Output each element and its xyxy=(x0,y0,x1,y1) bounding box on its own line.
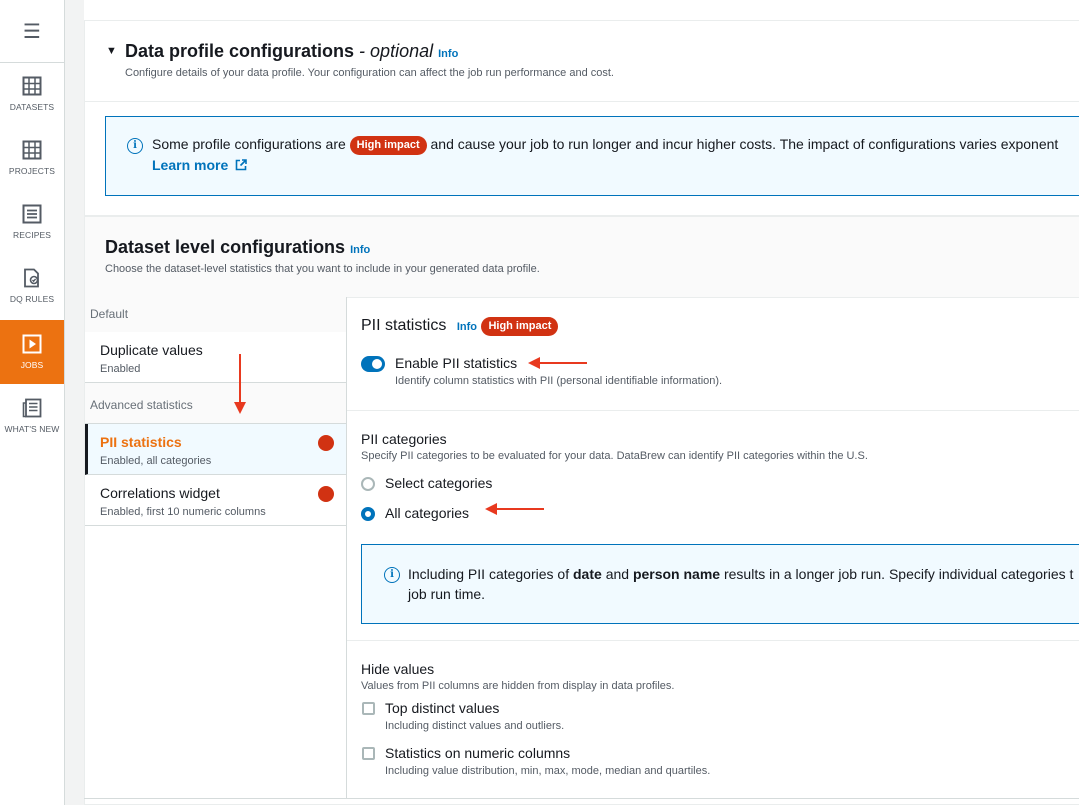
pii-statistics-settings: PII statistics Info High impact Enable P… xyxy=(347,297,1079,799)
duplicate-values-status: Enabled xyxy=(100,363,141,375)
radio-select-categories[interactable] xyxy=(361,477,375,491)
hamburger-menu-icon[interactable]: ☰ xyxy=(0,0,64,63)
checkbox-top-distinct-values[interactable] xyxy=(362,702,375,715)
recipes-list-icon xyxy=(22,204,42,224)
dataset-level-panel: Dataset level configurations Info Choose… xyxy=(84,216,1079,805)
dataset-level-title: Dataset level configurations Info xyxy=(105,237,370,258)
projects-grid-icon xyxy=(22,140,42,160)
high-impact-dot-icon xyxy=(318,435,334,451)
profile-config-info-link[interactable]: Info xyxy=(438,48,458,60)
section-divider xyxy=(347,640,1079,641)
nav-dq-rules-label: DQ RULES xyxy=(9,294,55,304)
nav-item-correlations-widget[interactable]: Correlations widget Enabled, first 10 nu… xyxy=(85,475,346,526)
nav-recipes-label: RECIPES xyxy=(12,230,52,240)
statistics-nav: Default Duplicate values Enabled Advance… xyxy=(85,297,347,799)
info-circle-icon: i xyxy=(384,567,400,583)
nav-projects[interactable]: PROJECTS xyxy=(0,126,64,190)
pii-statistics-title: PII statistics xyxy=(361,317,447,334)
nav-dq-rules[interactable]: DQ RULES xyxy=(0,254,64,318)
correlations-widget-title: Correlations widget xyxy=(100,485,220,501)
annotation-arrow-left-icon xyxy=(528,357,587,369)
high-impact-alert: i Some profile configurations are High i… xyxy=(105,116,1079,196)
nav-projects-label: PROJECTS xyxy=(8,166,56,176)
dataset-level-info-link[interactable]: Info xyxy=(350,244,370,256)
pii-alert-prefix: Including PII categories of xyxy=(408,566,570,582)
enable-pii-description: Identify column statistics with PII (per… xyxy=(395,375,723,387)
pii-alert-suffix: results in a longer job run. Specify ind… xyxy=(723,566,1074,582)
top-distinct-values-description: Including distinct values and outliers. xyxy=(385,720,565,732)
high-impact-badge: High impact xyxy=(349,136,427,155)
profile-config-title-text: Data profile configurations xyxy=(125,41,355,61)
datasets-grid-icon xyxy=(22,76,42,96)
pii-alert-line2: job run time. xyxy=(408,586,486,602)
pii-statistics-nav-status: Enabled, all categories xyxy=(100,455,212,467)
nav-whats-new[interactable]: WHAT'S NEW xyxy=(0,384,64,448)
nav-item-duplicate-values[interactable]: Duplicate values Enabled xyxy=(85,332,346,383)
optional-label: - optional xyxy=(359,41,434,61)
learn-more-label: Learn more xyxy=(152,157,229,173)
nav-datasets-label: DATASETS xyxy=(9,102,55,112)
profile-config-description: Configure details of your data profile. … xyxy=(125,67,614,79)
nav-jobs[interactable]: JOBS xyxy=(0,320,64,384)
previous-panel-edge xyxy=(84,0,1079,21)
annotation-arrow-left-icon xyxy=(485,503,544,515)
profile-config-title: Data profile configurations - optional I… xyxy=(125,41,458,62)
statistics-numeric-columns-description: Including value distribution, min, max, … xyxy=(385,765,711,777)
dataset-level-description: Choose the dataset-level statistics that… xyxy=(105,263,540,275)
jobs-play-icon xyxy=(22,334,42,354)
pii-alert-date: date xyxy=(573,566,602,582)
select-categories-label: Select categories xyxy=(385,475,493,491)
dq-rules-icon xyxy=(24,268,39,288)
collapse-caret-icon[interactable]: ▼ xyxy=(106,45,117,57)
pii-categories-description: Specify PII categories to be evaluated f… xyxy=(361,450,868,462)
annotation-arrow-down-icon xyxy=(234,354,246,414)
nav-whats-new-label: WHAT'S NEW xyxy=(4,424,60,434)
pii-statistics-heading: PII statistics Info High impact xyxy=(361,317,559,336)
learn-more-link[interactable]: Learn more xyxy=(152,157,247,173)
pii-alert-and: and xyxy=(605,566,630,582)
panel-bottom-border xyxy=(84,798,1079,799)
correlations-widget-status: Enabled, first 10 numeric columns xyxy=(100,506,266,518)
nav-section-advanced: Advanced statistics xyxy=(85,383,346,424)
checkbox-statistics-numeric-columns[interactable] xyxy=(362,747,375,760)
pii-alert-line1: Including PII categories of date and per… xyxy=(408,566,1073,582)
alert-text-before: Some profile configurations are xyxy=(152,136,346,152)
info-circle-icon: i xyxy=(127,138,143,154)
nav-datasets[interactable]: DATASETS xyxy=(0,62,64,126)
nav-recipes[interactable]: RECIPES xyxy=(0,190,64,254)
radio-all-categories[interactable] xyxy=(361,507,375,521)
nav-section-default: Default xyxy=(85,297,346,333)
whats-new-icon xyxy=(22,398,42,418)
external-link-icon xyxy=(235,159,247,171)
statistics-numeric-columns-label: Statistics on numeric columns xyxy=(385,745,571,761)
section-divider xyxy=(347,410,1079,411)
pii-alert-person-name: person name xyxy=(632,566,721,582)
dataset-level-title-text: Dataset level configurations xyxy=(105,237,346,257)
duplicate-values-title: Duplicate values xyxy=(100,342,203,358)
sidebar: ☰ DATASETS PROJECTS RECIPES DQ RULES JOB… xyxy=(0,0,65,805)
dataset-level-header: Dataset level configurations Info Choose… xyxy=(85,217,1079,298)
pii-high-impact-badge: High impact xyxy=(481,317,559,336)
all-categories-label: All categories xyxy=(385,505,470,521)
high-impact-dot-icon xyxy=(318,486,334,502)
pii-info-link[interactable]: Info xyxy=(457,321,477,333)
pii-categories-label: PII categories xyxy=(361,431,447,447)
nav-item-pii-statistics[interactable]: PII statistics Enabled, all categories xyxy=(85,424,346,475)
high-impact-alert-text: Some profile configurations are High imp… xyxy=(152,136,1058,155)
hide-values-label: Hide values xyxy=(361,661,435,677)
enable-pii-toggle[interactable] xyxy=(361,356,385,372)
top-distinct-values-label: Top distinct values xyxy=(385,700,500,716)
enable-pii-label: Enable PII statistics xyxy=(395,355,518,371)
pii-categories-alert: i Including PII categories of date and p… xyxy=(361,544,1079,624)
hide-values-description: Values from PII columns are hidden from … xyxy=(361,680,675,692)
pii-statistics-nav-title: PII statistics xyxy=(100,434,182,450)
profile-config-panel: ▼ Data profile configurations - optional… xyxy=(84,20,1079,216)
alert-text-after: and cause your job to run longer and inc… xyxy=(430,136,1059,152)
nav-jobs-label: JOBS xyxy=(20,360,44,370)
profile-config-header: ▼ Data profile configurations - optional… xyxy=(85,21,1079,102)
